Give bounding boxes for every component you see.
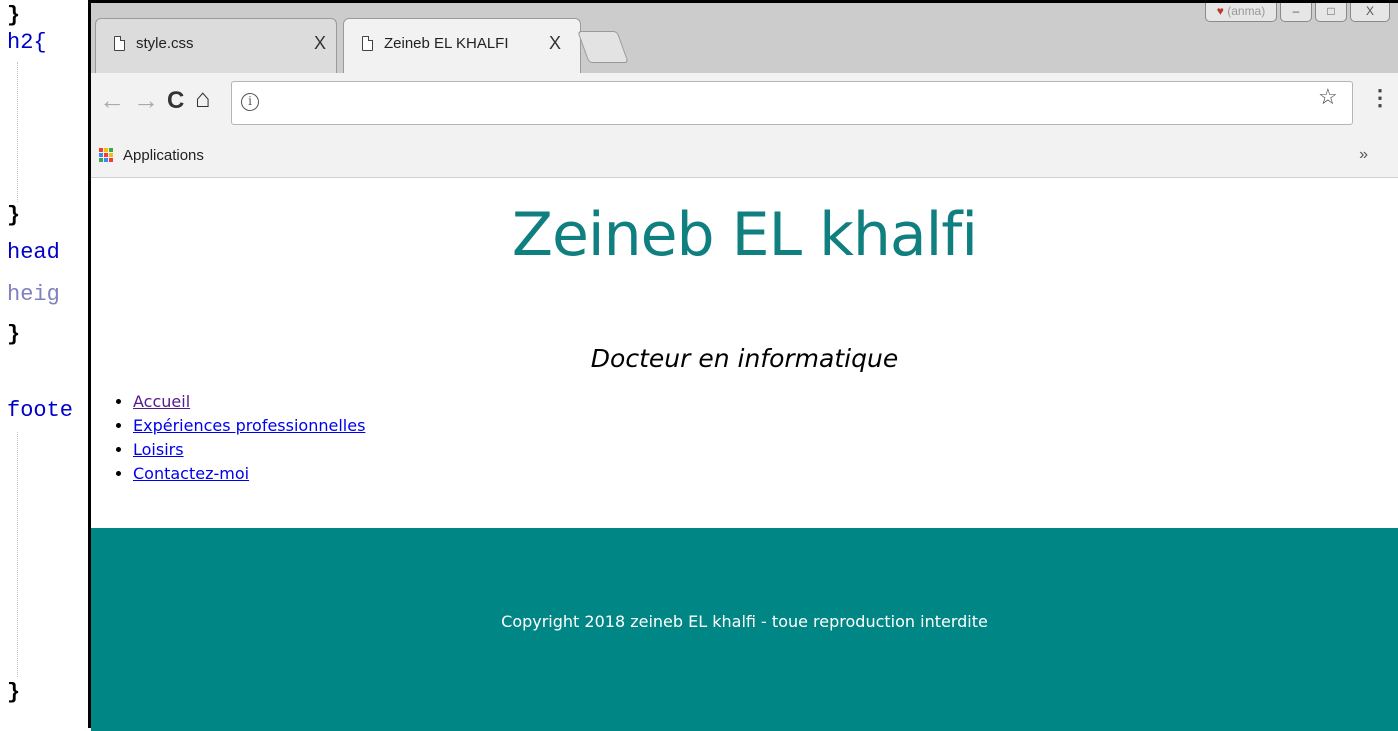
close-tab-icon[interactable]: X [314,33,326,54]
tab-title: Zeineb EL KHALFI [384,35,509,52]
close-window-button[interactable]: X [1350,3,1390,22]
apps-grid-dot [104,158,108,162]
profile-label: (anma) [1227,4,1266,18]
back-icon[interactable]: ← [99,85,125,116]
nav-item: Contactez-moi [133,462,365,486]
code-line: foote [7,398,74,423]
apps-grid-dot [104,153,108,157]
browser-toolbar: ← → C ⌂ i ☆ ⋮ [91,73,1398,135]
document-icon [362,36,373,51]
more-bookmarks-icon[interactable]: » [1359,146,1368,164]
apps-grid-dot [99,153,103,157]
page-subtitle: Docteur en informatique [590,344,899,373]
browser-window: style.css X Zeineb EL KHALFI X ♥ (anma) –… [88,0,1398,731]
code-line: } [7,203,21,228]
profile-icon: ♥ [1216,4,1224,18]
code-line: head [7,240,60,265]
home-icon[interactable]: ⌂ [195,83,211,114]
new-tab-button[interactable] [577,31,629,63]
tab-style-css[interactable]: style.css X [95,18,337,73]
nav-link-accueil[interactable]: Accueil [133,392,190,411]
nav-link-loisirs[interactable]: Loisirs [133,440,184,459]
bookmark-applications[interactable]: Applications [123,147,204,164]
apps-grid-dot [99,148,103,152]
code-line: } [7,322,21,347]
apps-grid-dot [104,148,108,152]
document-icon [114,36,125,51]
nav-link-contact[interactable]: Contactez-moi [133,464,249,483]
footer-copyright: Copyright 2018 zeineb EL khalfi - toue r… [501,612,988,631]
apps-grid-icon[interactable] [99,148,113,162]
code-editor-background: } h2{ } head heig } foote } [0,0,92,728]
tab-strip: style.css X Zeineb EL KHALFI X ♥ (anma) –… [91,3,1398,74]
page-viewport: Zeineb EL khalfi Docteur en informatique… [91,178,1398,731]
indent-guide [17,62,18,202]
tab-zeineb-el-khalfi[interactable]: Zeineb EL KHALFI X [343,18,581,74]
address-bar[interactable]: i [231,81,1353,125]
page-footer: Copyright 2018 zeineb EL khalfi - toue r… [91,528,1398,731]
nav-item: Accueil [133,390,365,414]
info-icon[interactable]: i [241,93,259,111]
apps-grid-dot [109,148,113,152]
apps-grid-dot [109,158,113,162]
nav-link-experiences[interactable]: Expériences professionnelles [133,416,365,435]
code-line: } [7,3,21,28]
minimize-button[interactable]: – [1280,3,1312,22]
nav-menu: Accueil Expériences professionnelles Loi… [116,390,365,486]
nav-item: Expériences professionnelles [133,414,365,438]
apps-grid-dot [99,158,103,162]
forward-icon[interactable]: → [133,85,159,116]
maximize-button[interactable]: □ [1315,3,1347,22]
bookmarks-bar: Applications » [91,135,1398,178]
code-line: h2{ [7,30,47,55]
apps-grid-dot [109,153,113,157]
nav-item: Loisirs [133,438,365,462]
window-controls: ♥ (anma) – □ X [1202,3,1390,23]
code-line: heig [7,282,60,307]
bookmark-star-icon[interactable]: ☆ [1318,84,1338,110]
code-line: } [7,680,21,705]
reload-icon[interactable]: C [167,87,184,115]
tab-title: style.css [136,35,194,52]
profile-button[interactable]: ♥ (anma) [1205,3,1277,22]
page-title: Zeineb EL khalfi [511,200,978,270]
browser-menu-icon[interactable]: ⋮ [1369,85,1391,111]
indent-guide [17,432,18,677]
close-tab-icon[interactable]: X [549,33,561,54]
